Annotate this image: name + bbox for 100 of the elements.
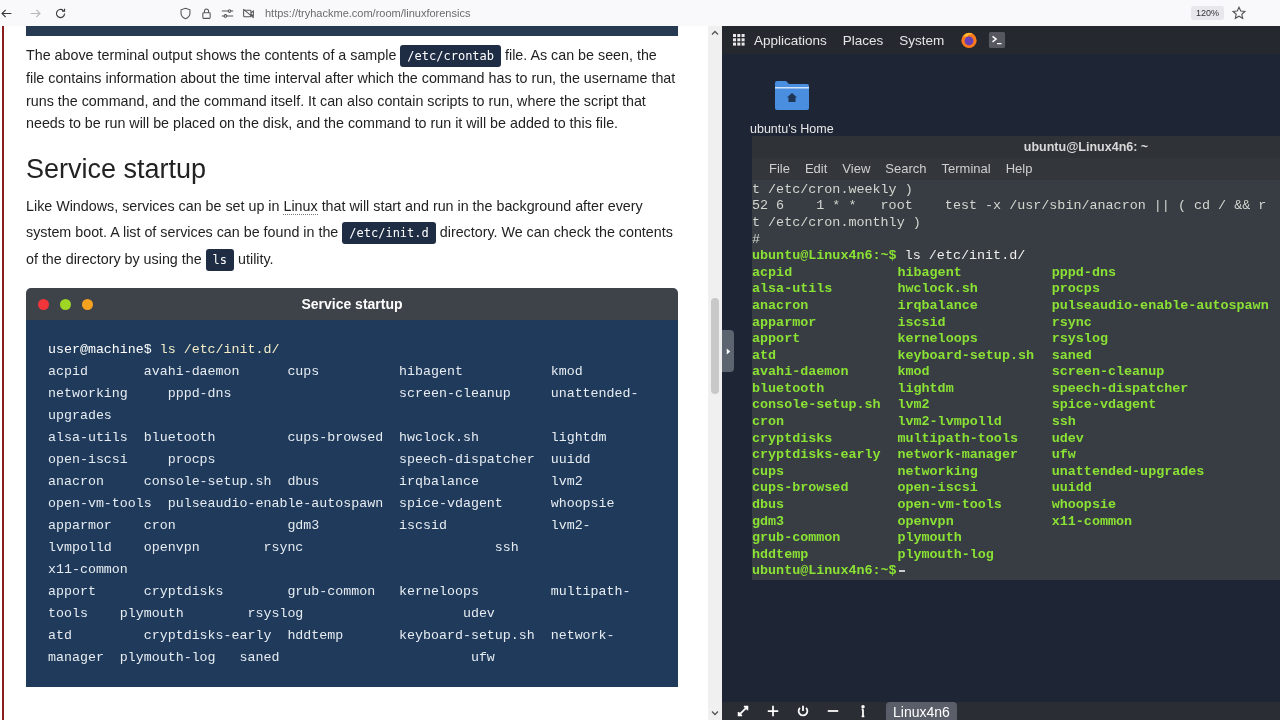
directory-entry: screen-cleanup — [1051, 364, 1166, 381]
text-cursor — [898, 569, 905, 572]
inline-code: /etc/crontab — [400, 45, 502, 67]
directory-entry: multipath-tools — [897, 430, 1019, 448]
directory-entry: cups — [752, 463, 786, 481]
power-icon[interactable] — [796, 704, 810, 718]
terminal-output: open-iscsi procps speech-dispatcher uuidd — [48, 452, 591, 468]
panel-menu-item[interactable]: Places — [842, 32, 884, 48]
directory-entry: pulseaudio-enable-autospawn — [1051, 297, 1269, 315]
terminal-output: acpid avahi-daemon cups hibagent kmod — [48, 364, 583, 380]
directory-entry: iscsid — [897, 314, 947, 332]
scroll-up-icon[interactable] — [710, 28, 720, 38]
browser-globe-icon[interactable] — [960, 31, 979, 49]
directory-entry: saned — [1051, 347, 1093, 365]
directory-entry: bluetooth — [752, 380, 826, 398]
window-control-icon — [82, 298, 93, 310]
machine-tab[interactable]: Linux4n6 — [886, 702, 957, 720]
fullscreen-icon[interactable] — [736, 704, 750, 718]
scrollbar[interactable] — [708, 26, 722, 720]
directory-entry: cryptdisks — [752, 430, 834, 448]
directory-entry: rsync — [1051, 314, 1093, 332]
sidebar-handle[interactable] — [722, 330, 734, 372]
directory-entry: ufw — [1051, 447, 1077, 464]
directory-entry: apparmor — [752, 314, 818, 332]
inline-code: /etc/init.d — [342, 222, 436, 245]
directory-entry: uuidd — [1051, 480, 1093, 498]
add-icon[interactable] — [766, 704, 780, 718]
directory-entry: hwclock.sh — [897, 281, 979, 298]
terminal-output: tools plymouth rsyslog udev — [48, 606, 495, 622]
shield-icon[interactable] — [179, 6, 192, 20]
expand-arrow-icon[interactable] — [724, 346, 732, 356]
terminal-prompt: ubuntu@Linux4n6:~$ — [752, 248, 897, 264]
directory-entry: hddtemp — [752, 546, 810, 564]
menu-item[interactable]: View — [842, 161, 871, 177]
directory-entry: dbus — [752, 497, 786, 514]
paragraph: The above terminal output shows the contents of a sample /etc/crontab file. As can be seen, the file contains information about the time interval after which the command has to run, the username that runs the command, and the command itself. It can also contain scripts to run, where the script that needs to be run will be placed on the disk, and the command to run it will be added to this file. — [26, 44, 677, 133]
scroll-thumb[interactable] — [711, 298, 719, 394]
menu-item[interactable]: Edit — [804, 161, 828, 177]
star-icon[interactable] — [1232, 6, 1246, 20]
terminal-app-icon[interactable] — [988, 31, 1007, 49]
url-text[interactable]: https://tryhackme.com/room/linuxforensics — [265, 7, 1183, 19]
home-folder-icon[interactable] — [773, 80, 810, 110]
panel-menu-item[interactable]: System — [899, 32, 945, 48]
section-heading: Service startup — [26, 154, 208, 186]
directory-entry: keyboard-setup.sh — [897, 347, 1036, 365]
window-control-icon — [60, 298, 71, 310]
zoom-level[interactable]: 120% — [1190, 6, 1224, 20]
camera-off-icon[interactable] — [242, 6, 255, 20]
directory-entry: kerneloops — [897, 331, 979, 348]
terminal-output: upgrades — [48, 408, 112, 424]
directory-entry: console-setup.sh — [752, 397, 882, 415]
terminal-output: x11-common — [48, 562, 128, 578]
terminal-prompt: ubuntu@Linux4n6:~$ — [752, 563, 897, 579]
directory-entry: alsa-utils — [752, 281, 834, 298]
menu-item[interactable]: Terminal — [941, 161, 991, 177]
menu-item[interactable]: Search — [885, 161, 927, 177]
apps-grid-icon[interactable] — [733, 34, 745, 46]
terminal-command: ls /etc/init.d/ — [159, 342, 280, 358]
terminal-output: alsa-utils bluetooth cups-browsed hwclock.sh lightdm — [48, 430, 607, 446]
menu-item[interactable]: File — [769, 161, 790, 177]
terminal-output: lvmpolld openvpn rsync ssh — [48, 540, 519, 556]
directory-entry: anacron — [752, 297, 810, 315]
panel-menu-item[interactable]: Applications — [754, 32, 827, 48]
directory-entry: open-iscsi — [897, 480, 979, 498]
terminal-output: t /etc/cron.weekly ) — [752, 181, 913, 197]
scroll-down-icon[interactable] — [710, 708, 720, 718]
permissions-icon[interactable] — [221, 6, 234, 20]
directory-entry: unattended-upgrades — [1051, 463, 1206, 481]
directory-entry: cryptdisks-early — [752, 447, 882, 464]
directory-entry: network-manager — [897, 447, 1019, 464]
directory-entry: plymouth — [897, 530, 963, 547]
terminal-output: networking pppd-dns screen-cleanup unattended- — [48, 386, 639, 402]
directory-entry: acpid — [752, 264, 794, 282]
window-control-icon — [38, 298, 49, 310]
terminal-output: apparmor cron gdm3 iscsid lvm2- — [48, 518, 591, 534]
directory-entry: speech-dispatcher — [1051, 380, 1190, 398]
directory-entry: cron — [752, 414, 786, 431]
directory-entry: udev — [1051, 430, 1085, 448]
paragraph: Like Windows, services can be set up in Linux that will start and run in the background after every system boot. A list of services can be found in the /etc/init.d directory. We can check the contents of the directory by using the ls utility. — [26, 193, 678, 274]
icon-label[interactable]: ubuntu's Home — [750, 122, 834, 136]
directory-entry: lvm2 — [897, 397, 931, 415]
terminal-output: open-vm-tools pulseaudio-enable-autospawn spice-vdagent whoopsie — [48, 496, 615, 512]
directory-entry: spice-vdagent — [1051, 397, 1158, 415]
directory-entry: lightdm — [897, 380, 955, 398]
directory-entry: apport — [752, 331, 802, 348]
directory-entry: plymouth-log — [897, 546, 995, 564]
directory-entry: openvpn — [897, 513, 955, 531]
reload-icon[interactable] — [54, 6, 67, 20]
directory-entry: networking — [897, 463, 979, 481]
terminal-output: apport cryptdisks grub-common kerneloops multipath- — [48, 584, 631, 600]
window-title: ubuntu@Linux4n6: ~ — [752, 136, 1280, 158]
terminal-prompt: user@machine$ — [48, 342, 152, 358]
directory-entry: kmod — [897, 364, 931, 381]
terminal-command: ls /etc/init.d/ — [904, 248, 1026, 264]
term-link[interactable]: Linux — [283, 198, 318, 216]
inline-code: ls — [205, 249, 235, 272]
lock-icon[interactable] — [200, 6, 213, 20]
directory-entry: cups-browsed — [752, 480, 850, 498]
menu-item[interactable]: Help — [1005, 161, 1033, 177]
terminal-output: t /etc/cron.monthly ) — [752, 214, 921, 230]
